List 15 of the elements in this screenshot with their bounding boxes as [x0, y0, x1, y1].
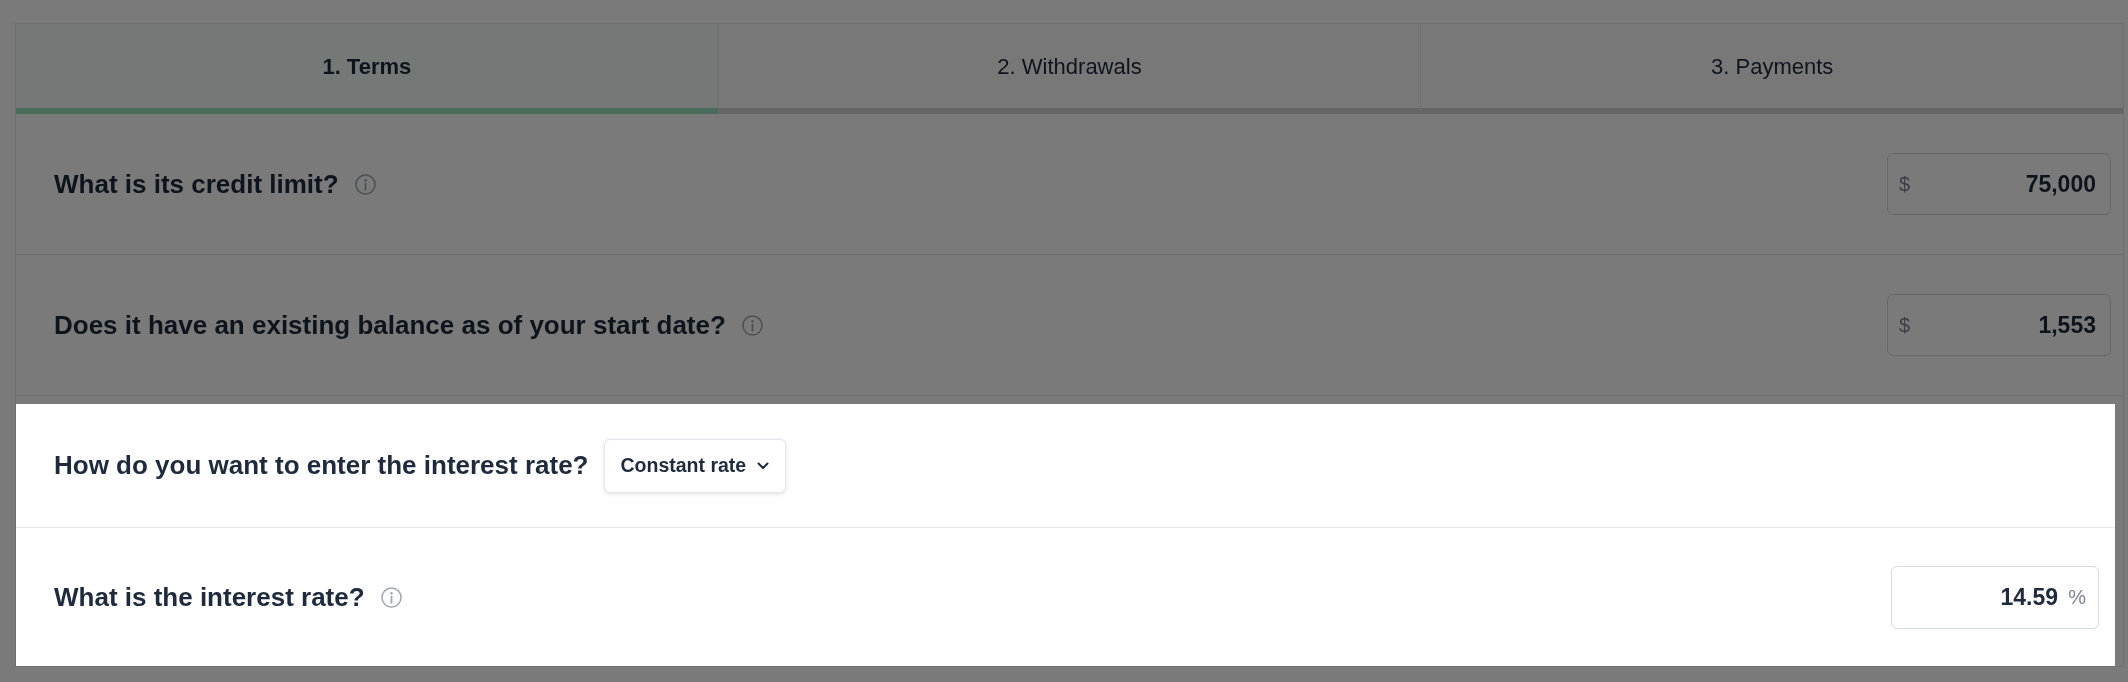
question-label: Does it have an existing balance as of your start date?: [54, 308, 726, 342]
select-dropdown[interactable]: Constant rate: [603, 438, 787, 493]
question-label: How do you want to enter the interest rate?: [54, 449, 589, 482]
currency-prefix: $: [1899, 315, 1911, 335]
step-tab[interactable]: 2. Withdrawals: [718, 24, 1422, 114]
chevron-down-icon: [757, 461, 770, 470]
question-label: What is the interest rate?: [54, 580, 365, 614]
info-icon[interactable]: [354, 173, 376, 195]
info-icon[interactable]: [380, 586, 402, 608]
step-tab[interactable]: 3. Payments: [1421, 24, 2123, 114]
info-icon[interactable]: [741, 314, 763, 336]
currency-prefix: $: [1899, 174, 1911, 194]
question-label: What is its credit limit?: [54, 167, 339, 201]
unit-suffix: %: [2068, 587, 2086, 607]
step-tab[interactable]: 1. Terms: [16, 24, 719, 114]
